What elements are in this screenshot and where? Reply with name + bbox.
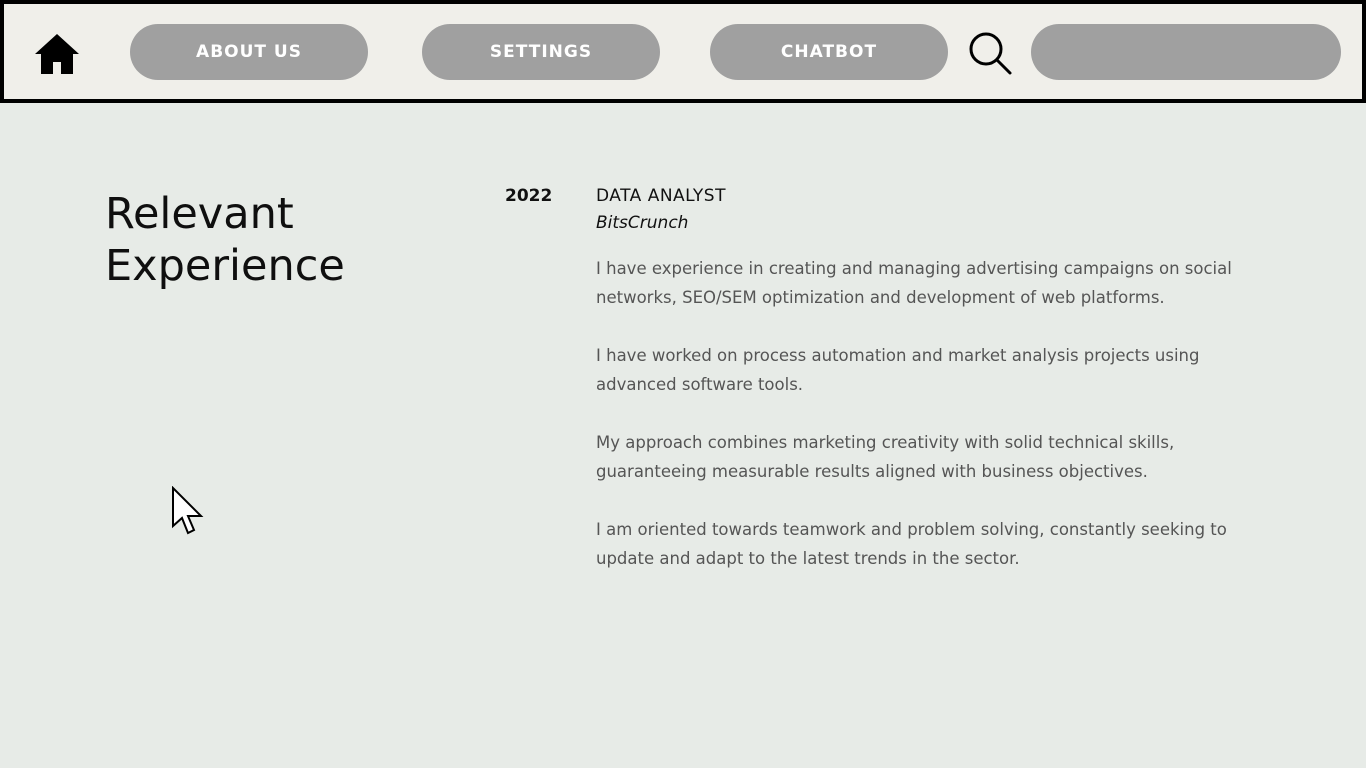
search-input[interactable] [1031, 24, 1341, 80]
description-paragraph: I am oriented towards teamwork and probl… [596, 520, 1227, 568]
settings-button[interactable]: SETTINGS [422, 24, 660, 80]
search-icon [969, 32, 1012, 75]
search-button[interactable] [965, 28, 1015, 78]
mouse-pointer-icon [172, 486, 204, 535]
experience-year: 2022 [505, 186, 553, 206]
company-name: BitsCrunch [596, 213, 689, 233]
description-paragraph: My approach combines marketing creativit… [596, 433, 1175, 481]
section-title-line-2: Experience [105, 241, 345, 291]
home-icon [35, 34, 79, 74]
home-button[interactable] [32, 29, 82, 79]
experience-description: I have experience in creating and managi… [596, 254, 1236, 602]
job-title: DATA ANALYST [596, 186, 726, 206]
description-paragraph: I have experience in creating and managi… [596, 259, 1232, 307]
top-navbar: ABOUT US SETTINGS CHATBOT [0, 0, 1366, 103]
section-title: Relevant Experience [105, 188, 345, 292]
section-title-line-1: Relevant [105, 189, 294, 239]
chatbot-button[interactable]: CHATBOT [710, 24, 948, 80]
description-paragraph: I have worked on process automation and … [596, 346, 1200, 394]
about-us-button[interactable]: ABOUT US [130, 24, 368, 80]
